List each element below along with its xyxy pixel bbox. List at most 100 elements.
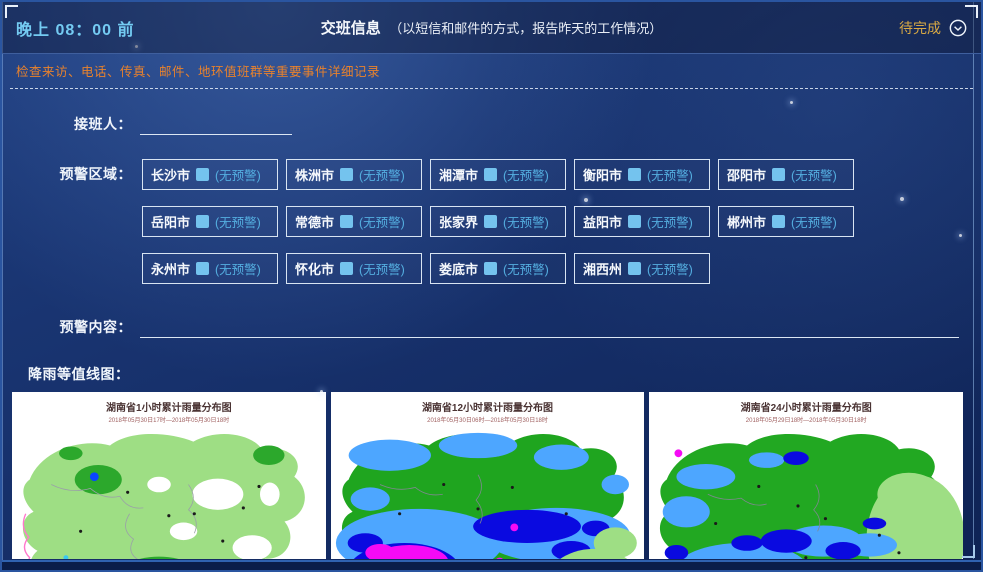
city-box-zhuzhou: 株洲市 (无预警) bbox=[286, 159, 422, 190]
city-name: 邵阳市 bbox=[727, 165, 766, 184]
city-checkbox[interactable] bbox=[772, 168, 785, 181]
map-subtitle: 2018年05月30日06时—2018年05月30日18时 bbox=[331, 415, 645, 424]
warning-content-label: 预警内容： bbox=[12, 312, 132, 337]
city-name: 益阳市 bbox=[583, 212, 622, 231]
city-name: 衡阳市 bbox=[583, 165, 622, 184]
map-subtitle: 2018年05月29日18时—2018年05月30日18时 bbox=[649, 415, 963, 424]
no-warning-label: (无预警) bbox=[647, 165, 693, 184]
star-speck bbox=[959, 234, 962, 237]
frame-inner-line-right bbox=[973, 2, 974, 559]
city-checkbox[interactable] bbox=[340, 215, 353, 228]
no-warning-label: (无预警) bbox=[215, 259, 261, 278]
city-checkbox[interactable] bbox=[628, 168, 641, 181]
city-box-yueyang: 岳阳市 (无预警) bbox=[142, 206, 278, 237]
receiver-label: 接班人： bbox=[12, 109, 132, 134]
city-box-hengyang: 衡阳市 (无预警) bbox=[574, 159, 710, 190]
section-title: 交班信息 bbox=[321, 20, 381, 37]
star-speck bbox=[900, 197, 904, 201]
city-checkbox[interactable] bbox=[196, 168, 209, 181]
receiver-input[interactable] bbox=[140, 111, 292, 135]
frame-inner-line-left bbox=[2, 2, 3, 570]
star-speck bbox=[584, 198, 588, 202]
corner-bracket-top-right bbox=[965, 5, 978, 18]
corner-bracket-top-left bbox=[5, 5, 18, 18]
no-warning-label: (无预警) bbox=[215, 212, 261, 231]
rainfall-map-1h: 湖南省1小时累计雨量分布图 2018年05月30日17时—2018年05月30日… bbox=[12, 392, 326, 559]
rainfall-map-24h-image bbox=[649, 426, 963, 559]
shift-handover-panel: 晚上 08：00 前 交班信息 （以短信和邮件的方式，报告昨天的工作情况） 待完… bbox=[0, 0, 983, 572]
chevron-down-circle-icon[interactable] bbox=[949, 19, 967, 37]
map-title: 湖南省1小时累计雨量分布图 bbox=[12, 399, 326, 414]
city-box-yiyang: 益阳市 (无预警) bbox=[574, 206, 710, 237]
no-warning-label: (无预警) bbox=[359, 212, 405, 231]
no-warning-label: (无预警) bbox=[791, 165, 837, 184]
city-checkbox[interactable] bbox=[196, 215, 209, 228]
corner-bracket-bottom-right bbox=[962, 545, 975, 558]
deadline-time: 晚上 08：00 前 bbox=[16, 16, 135, 40]
form-content: 接班人： 预警区域： 长沙市 (无预警) 株洲市 (无预警) 湘潭市 bbox=[2, 89, 981, 559]
city-name: 湘西州 bbox=[583, 259, 622, 278]
receiver-row: 接班人： bbox=[12, 109, 971, 135]
important-events-tip: 检查来访、电话、传真、邮件、地环值班群等重要事件详细记录 bbox=[2, 54, 981, 86]
city-name: 岳阳市 bbox=[151, 212, 190, 231]
star-speck bbox=[320, 390, 323, 393]
city-box-yongzhou: 永州市 (无预警) bbox=[142, 253, 278, 284]
rainfall-maps-row: 湖南省1小时累计雨量分布图 2018年05月30日17时—2018年05月30日… bbox=[12, 392, 963, 559]
section-header: 晚上 08：00 前 交班信息 （以短信和邮件的方式，报告昨天的工作情况） 待完… bbox=[2, 2, 981, 54]
city-grid: 长沙市 (无预警) 株洲市 (无预警) 湘潭市 (无预警) 衡阳市 bbox=[142, 159, 854, 284]
warning-area-label: 预警区域： bbox=[12, 159, 132, 184]
city-box-changde: 常德市 (无预警) bbox=[286, 206, 422, 237]
city-box-zhangjiajie: 张家界 (无预警) bbox=[430, 206, 566, 237]
no-warning-label: (无预警) bbox=[647, 259, 693, 278]
city-checkbox[interactable] bbox=[628, 262, 641, 275]
rainfall-map-12h-image bbox=[331, 426, 645, 559]
city-box-shaoyang: 邵阳市 (无预警) bbox=[718, 159, 854, 190]
city-checkbox[interactable] bbox=[484, 168, 497, 181]
city-name: 郴州市 bbox=[727, 212, 766, 231]
no-warning-label: (无预警) bbox=[215, 165, 261, 184]
star-speck bbox=[790, 101, 793, 104]
city-checkbox[interactable] bbox=[196, 262, 209, 275]
warning-content-input[interactable] bbox=[140, 314, 959, 338]
no-warning-label: (无预警) bbox=[359, 165, 405, 184]
map-subtitle: 2018年05月30日17时—2018年05月30日18时 bbox=[12, 415, 326, 424]
city-box-xiangtan: 湘潭市 (无预警) bbox=[430, 159, 566, 190]
city-name: 娄底市 bbox=[439, 259, 478, 278]
city-name: 长沙市 bbox=[151, 165, 190, 184]
section-subtitle: （以短信和邮件的方式，报告昨天的工作情况） bbox=[389, 21, 662, 36]
city-name: 张家界 bbox=[439, 212, 478, 231]
status-group: 待完成 bbox=[899, 18, 967, 38]
city-checkbox[interactable] bbox=[340, 262, 353, 275]
next-section-edge bbox=[2, 560, 981, 570]
map-title: 湖南省24小时累计雨量分布图 bbox=[649, 399, 963, 414]
warning-area-row: 预警区域： 长沙市 (无预警) 株洲市 (无预警) 湘潭市 (无预警) bbox=[12, 159, 971, 284]
city-name: 湘潭市 bbox=[439, 165, 478, 184]
city-box-changsha: 长沙市 (无预警) bbox=[142, 159, 278, 190]
map-title: 湖南省12小时累计雨量分布图 bbox=[331, 399, 645, 414]
rainfall-map-12h: 湖南省12小时累计雨量分布图 2018年05月30日06时—2018年05月30… bbox=[331, 392, 645, 559]
rainfall-map-24h: 湖南省24小时累计雨量分布图 2018年05月29日18时—2018年05月30… bbox=[649, 392, 963, 559]
city-checkbox[interactable] bbox=[628, 215, 641, 228]
city-name: 株洲市 bbox=[295, 165, 334, 184]
city-checkbox[interactable] bbox=[484, 215, 497, 228]
rainfall-map-1h-image bbox=[12, 426, 326, 559]
no-warning-label: (无预警) bbox=[503, 212, 549, 231]
city-checkbox[interactable] bbox=[340, 168, 353, 181]
no-warning-label: (无预警) bbox=[791, 212, 837, 231]
no-warning-label: (无预警) bbox=[503, 259, 549, 278]
warning-content-row: 预警内容： bbox=[12, 312, 971, 338]
city-name: 常德市 bbox=[295, 212, 334, 231]
city-checkbox[interactable] bbox=[772, 215, 785, 228]
city-name: 怀化市 bbox=[295, 259, 334, 278]
rainfall-maps-label: 降雨等值线图： bbox=[12, 364, 971, 384]
no-warning-label: (无预警) bbox=[359, 259, 405, 278]
status-badge: 待完成 bbox=[899, 18, 941, 38]
city-box-chenzhou: 郴州市 (无预警) bbox=[718, 206, 854, 237]
city-box-loudi: 娄底市 (无预警) bbox=[430, 253, 566, 284]
city-name: 永州市 bbox=[151, 259, 190, 278]
header-title-group: 交班信息 （以短信和邮件的方式，报告昨天的工作情况） bbox=[2, 17, 981, 38]
no-warning-label: (无预警) bbox=[647, 212, 693, 231]
no-warning-label: (无预警) bbox=[503, 165, 549, 184]
city-box-huaihua: 怀化市 (无预警) bbox=[286, 253, 422, 284]
city-checkbox[interactable] bbox=[484, 262, 497, 275]
